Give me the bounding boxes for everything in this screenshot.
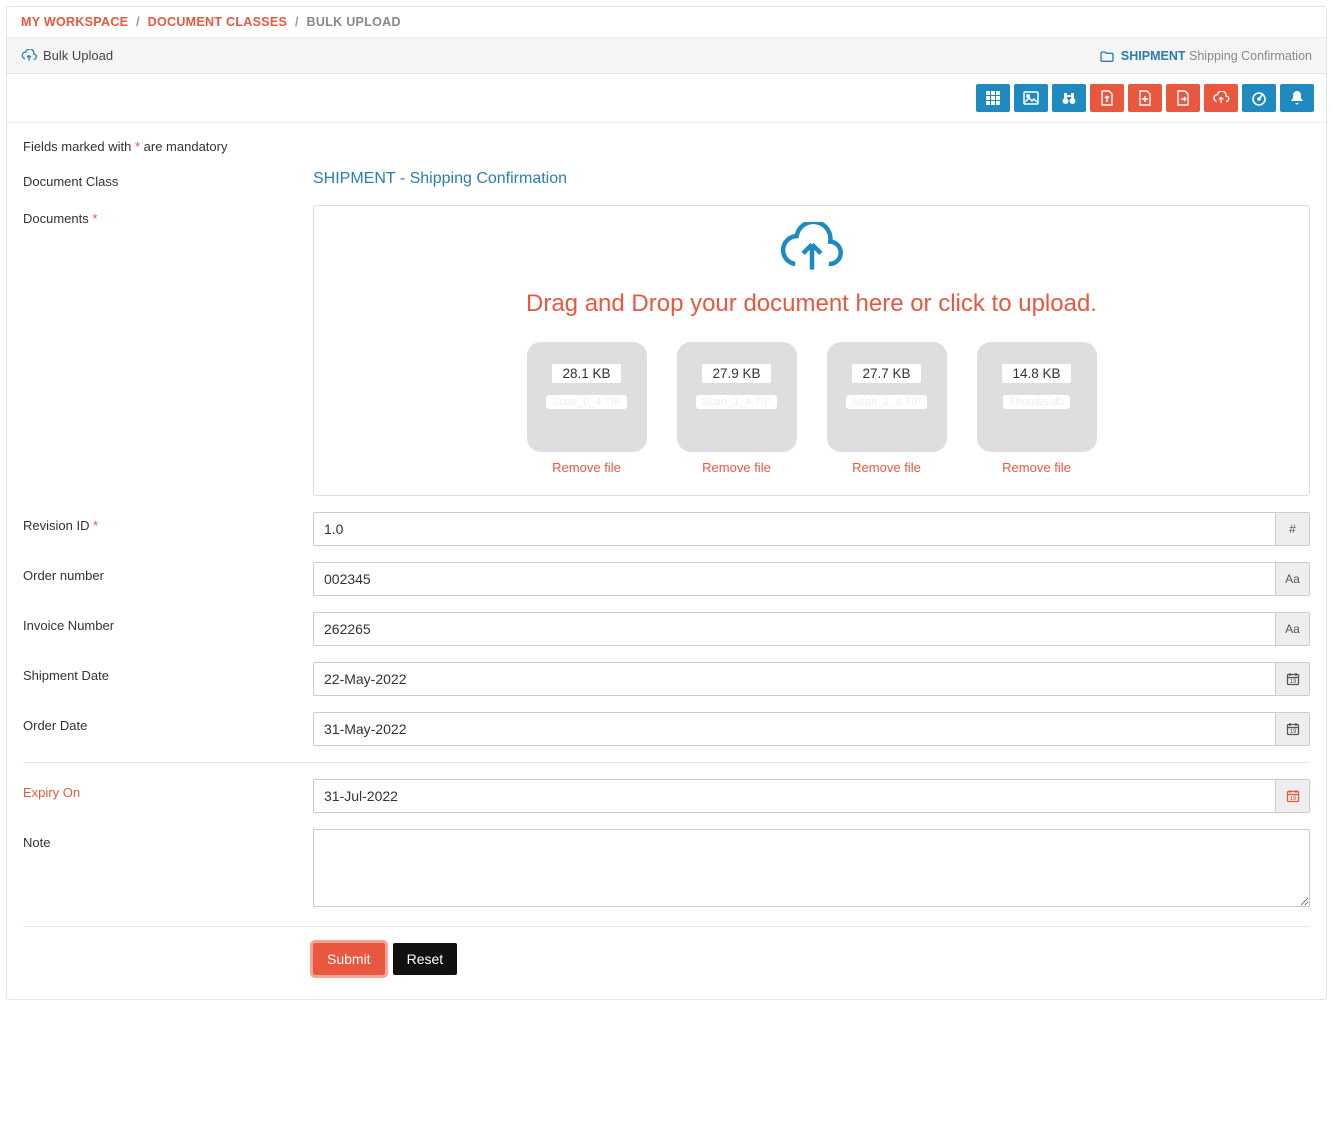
breadcrumb: MY WORKSPACE / DOCUMENT CLASSES / BULK U… xyxy=(7,7,1326,38)
file-name: Thumbs.db xyxy=(1003,395,1070,409)
breadcrumb-document-classes[interactable]: DOCUMENT CLASSES xyxy=(148,15,288,29)
remove-file-link[interactable]: Remove file xyxy=(977,460,1097,475)
cloud-upload-icon xyxy=(21,49,37,63)
mandatory-hint: Fields marked with * are mandatory xyxy=(23,139,1310,154)
breadcrumb-current: BULK UPLOAD xyxy=(307,15,401,29)
label-order-date: Order Date xyxy=(23,712,313,733)
file-card: 27.9 KB Scan_1_4.TIF Remove file xyxy=(677,342,797,475)
order-number-input[interactable] xyxy=(313,562,1276,596)
dropzone[interactable]: Drag and Drop your document here or clic… xyxy=(313,205,1310,496)
revision-id-input[interactable] xyxy=(313,512,1276,546)
toolbar-bell[interactable] xyxy=(1280,84,1314,112)
page-title: Bulk Upload xyxy=(43,48,113,63)
value-document-class: SHIPMENT - Shipping Confirmation xyxy=(313,168,1310,188)
calendar-icon[interactable]: 19 xyxy=(1276,779,1310,813)
cloud-upload-large-icon xyxy=(334,222,1289,278)
toolbar-file-export[interactable] xyxy=(1166,84,1200,112)
label-expiry-on: Expiry On xyxy=(23,779,313,800)
divider xyxy=(23,762,1310,763)
reset-button[interactable]: Reset xyxy=(393,943,458,975)
folder-icon xyxy=(1099,49,1115,63)
dropzone-text: Drag and Drop your document here or clic… xyxy=(334,290,1289,318)
remove-file-link[interactable]: Remove file xyxy=(527,460,647,475)
breadcrumb-sep: / xyxy=(132,15,144,29)
toolbar-file-up[interactable] xyxy=(1090,84,1124,112)
shipment-date-input[interactable] xyxy=(313,662,1276,696)
file-card: 27.7 KB Scan_2_4.TIF Remove file xyxy=(827,342,947,475)
toolbar xyxy=(7,74,1326,123)
docclass-code: SHIPMENT xyxy=(1121,49,1186,63)
docclass-name: Shipping Confirmation xyxy=(1189,49,1312,63)
calendar-icon[interactable]: 19 xyxy=(1276,662,1310,696)
toolbar-cloud-up[interactable] xyxy=(1204,84,1238,112)
label-documents: Documents * xyxy=(23,205,313,226)
file-card: 14.8 KB Thumbs.db Remove file xyxy=(977,342,1097,475)
remove-file-link[interactable]: Remove file xyxy=(827,460,947,475)
toolbar-file-plus[interactable] xyxy=(1128,84,1162,112)
toolbar-dashboard[interactable] xyxy=(1242,84,1276,112)
file-thumb[interactable]: 27.9 KB Scan_1_4.TIF xyxy=(677,342,797,452)
svg-text:19: 19 xyxy=(1289,679,1296,685)
breadcrumb-sep: / xyxy=(291,15,303,29)
expiry-on-input[interactable] xyxy=(313,779,1276,813)
invoice-number-input[interactable] xyxy=(313,612,1276,646)
calendar-icon[interactable]: 19 xyxy=(1276,712,1310,746)
label-note: Note xyxy=(23,829,313,850)
submit-button[interactable]: Submit xyxy=(313,943,385,975)
file-size: 27.7 KB xyxy=(852,364,920,383)
toolbar-binoculars[interactable] xyxy=(1052,84,1086,112)
label-revision-id: Revision ID * xyxy=(23,512,313,533)
toolbar-grid[interactable] xyxy=(976,84,1010,112)
file-thumb[interactable]: 27.7 KB Scan_2_4.TIF xyxy=(827,342,947,452)
remove-file-link[interactable]: Remove file xyxy=(677,460,797,475)
breadcrumb-my-workspace[interactable]: MY WORKSPACE xyxy=(21,15,128,29)
toolbar-image[interactable] xyxy=(1014,84,1048,112)
svg-text:19: 19 xyxy=(1289,729,1296,735)
file-size: 14.8 KB xyxy=(1002,364,1070,383)
file-size: 27.9 KB xyxy=(702,364,770,383)
divider xyxy=(23,926,1310,927)
order-date-input[interactable] xyxy=(313,712,1276,746)
label-shipment-date: Shipment Date xyxy=(23,662,313,683)
file-card: 28.1 KB Scan_0_4.TIF Remove file xyxy=(527,342,647,475)
file-thumb[interactable]: 28.1 KB Scan_0_4.TIF xyxy=(527,342,647,452)
svg-text:19: 19 xyxy=(1289,796,1296,802)
label-invoice-number: Invoice Number xyxy=(23,612,313,633)
label-document-class: Document Class xyxy=(23,168,313,189)
file-name: Scan_2_4.TIF xyxy=(846,395,927,409)
file-name: Scan_0_4.TIF xyxy=(546,395,627,409)
label-order-number: Order number xyxy=(23,562,313,583)
text-addon: Aa xyxy=(1276,562,1310,596)
text-addon: Aa xyxy=(1276,612,1310,646)
file-thumb[interactable]: 14.8 KB Thumbs.db xyxy=(977,342,1097,452)
file-size: 28.1 KB xyxy=(552,364,620,383)
note-textarea[interactable] xyxy=(313,829,1310,907)
hash-addon: # xyxy=(1276,512,1310,546)
file-name: Scan_1_4.TIF xyxy=(696,395,777,409)
